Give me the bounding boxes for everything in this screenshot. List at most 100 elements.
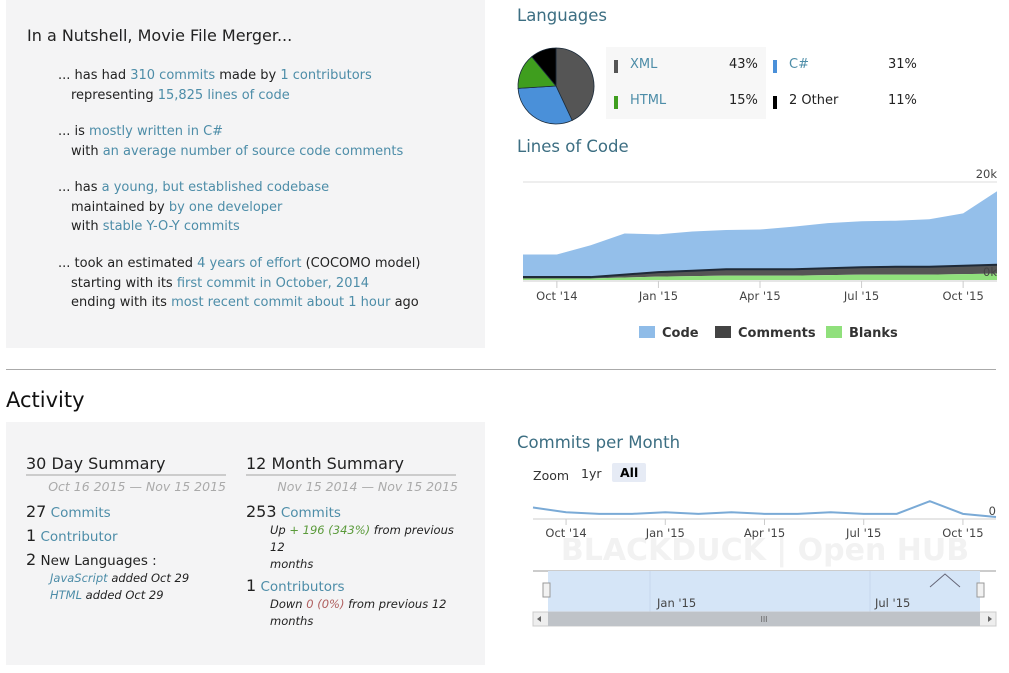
commits-link[interactable]: Commits	[51, 505, 111, 521]
navigator-label: Jul '15	[874, 596, 910, 610]
x-tick-label: Jan '15	[645, 526, 685, 540]
language-swatch	[773, 96, 777, 109]
twelve-month-contributors: 1 Contributors	[246, 576, 345, 595]
fact-text: made by	[215, 68, 281, 83]
new-language-link[interactable]: JavaScript	[50, 571, 108, 585]
activity-panel: 30 Day Summary Oct 16 2015 — Nov 15 2015…	[6, 422, 485, 665]
fact-link[interactable]: 1 contributors	[280, 68, 371, 83]
legend-blanks[interactable]: Blanks	[826, 326, 898, 341]
legend-comments[interactable]: Comments	[715, 326, 816, 341]
contributor-link[interactable]: Contributor	[40, 529, 117, 545]
contributors-count: 1	[26, 526, 37, 545]
navigator-handle-right[interactable]	[976, 582, 985, 598]
fact-text: maintained by	[71, 199, 169, 215]
fact-link[interactable]: a young, but established codebase	[102, 180, 330, 195]
fact-text: ending with its	[71, 295, 172, 310]
language-percent: 15%	[729, 93, 758, 108]
fact-line: starting with its first commit in Octobe…	[58, 274, 420, 294]
x-tick-label: Jul '15	[845, 526, 881, 540]
added-date: added Oct 29	[111, 571, 190, 585]
navigator-label: Jan '15	[656, 596, 696, 610]
area-code	[523, 191, 997, 278]
contributors-change: Down 0 (0%) from previous 12 months	[270, 596, 470, 630]
change-suffix: months	[270, 557, 314, 571]
zoom-label: Zoom	[533, 468, 570, 483]
thirty-day-contributors: 1 Contributor	[26, 526, 118, 545]
fact-text: starting with its	[71, 275, 177, 291]
added-date: added Oct 29	[85, 588, 164, 602]
change-value-down: 0 (0%)	[306, 597, 345, 611]
x-tick-label: Jan '15	[638, 289, 678, 303]
fact-line: ... is mostly written in C#	[58, 122, 403, 142]
commits-link[interactable]: Commits	[281, 505, 341, 521]
nutshell-fact: ... has a young, but established codebas…	[58, 178, 329, 237]
zoom-1yr-button[interactable]: 1yr	[573, 464, 610, 483]
y-tick-label: 0	[989, 504, 996, 518]
loc-area-chart: Oct '14 Jan '15 Apr '15 Jul '15 Oct '15 20k 0k	[523, 167, 998, 303]
legend-label: Code	[662, 326, 699, 341]
fact-line: ... has a young, but established codebas…	[58, 178, 329, 198]
x-tick-label: Apr '15	[739, 289, 780, 303]
commits-count: 253	[246, 502, 277, 521]
fact-link[interactable]: mostly written in C#	[89, 124, 223, 139]
fact-text: ... is	[58, 124, 90, 139]
language-name[interactable]: XML	[630, 57, 657, 72]
nutshell-panel: In a Nutshell, Movie File Merger... ... …	[6, 0, 485, 348]
fact-link[interactable]: stable Y-O-Y commits	[103, 219, 240, 234]
nutshell-title: In a Nutshell, Movie File Merger...	[27, 26, 293, 45]
fact-text: with	[71, 143, 103, 159]
language-name[interactable]: C#	[789, 57, 809, 72]
nutshell-fact: ... took an estimated 4 years of effort …	[58, 254, 420, 313]
twelve-month-heading: 12 Month Summary	[246, 454, 456, 476]
fact-line: representing 15,825 lines of code	[58, 86, 372, 106]
contributors-link[interactable]: Contributors	[260, 579, 344, 595]
language-swatch	[773, 60, 777, 73]
new-language-link[interactable]: HTML	[50, 588, 82, 602]
x-tick-label: Apr '15	[744, 526, 785, 540]
fact-link[interactable]: most recent commit about 1 hour	[171, 295, 390, 310]
change-value-up: + 196 (343%)	[289, 523, 371, 537]
twelve-month-commits: 253 Commits	[246, 502, 341, 521]
fact-line: ... has had 310 commits made by 1 contri…	[58, 66, 372, 86]
fact-link[interactable]: by one developer	[169, 200, 283, 215]
fact-text: (COCOMO model)	[301, 256, 421, 271]
fact-text: ... has	[58, 180, 102, 195]
x-tick-label: Oct '15	[942, 526, 983, 540]
fact-line: with an average number of source code co…	[58, 142, 403, 162]
commits-count: 27	[26, 502, 47, 521]
activity-title: Activity	[6, 388, 85, 412]
zoom-all-button[interactable]: All	[612, 463, 647, 482]
y-tick-label-min: 0k	[983, 265, 997, 279]
navigator-selection[interactable]	[548, 571, 980, 612]
language-swatch	[614, 96, 618, 109]
fact-line: ... took an estimated 4 years of effort …	[58, 254, 420, 274]
legend-swatch	[715, 326, 731, 338]
y-tick-label-max: 20k	[976, 167, 998, 181]
fact-text: ... has had	[58, 68, 131, 83]
fact-text: ago	[390, 295, 419, 310]
language-percent: 11%	[888, 93, 917, 108]
legend-swatch	[826, 326, 842, 338]
fact-text: representing	[71, 87, 158, 103]
x-tick-label: Jul '15	[843, 289, 879, 303]
fact-link[interactable]: 310 commits	[130, 68, 215, 83]
thirty-day-heading: 30 Day Summary	[26, 454, 226, 476]
scrollbar-grip: III	[760, 615, 767, 624]
commits-per-month-chart: BLACKDUCK | Open HUBOct '14 Jan '15 Apr '1…	[532, 500, 997, 627]
fact-link[interactable]: first commit in October, 2014	[177, 276, 369, 291]
navigator-handle-left[interactable]	[542, 582, 551, 598]
thirty-day-commits: 27 Commits	[26, 502, 111, 521]
fact-line: maintained by by one developer	[58, 198, 329, 218]
language-percent: 31%	[888, 57, 917, 72]
languages-title: Languages	[517, 6, 608, 25]
new-languages-label: New Languages :	[40, 553, 157, 569]
fact-link[interactable]: 15,825 lines of code	[158, 88, 290, 103]
language-percent: 43%	[729, 57, 758, 72]
change-suffix: from previous 12	[344, 597, 447, 611]
language-name[interactable]: HTML	[630, 93, 666, 108]
commits-change: Up + 196 (343%) from previous 12 months	[270, 522, 470, 573]
fact-link[interactable]: an average number of source code comment…	[103, 144, 404, 159]
x-tick-label: Oct '14	[545, 526, 586, 540]
legend-code[interactable]: Code	[639, 326, 699, 341]
fact-link[interactable]: 4 years of effort	[197, 256, 301, 271]
